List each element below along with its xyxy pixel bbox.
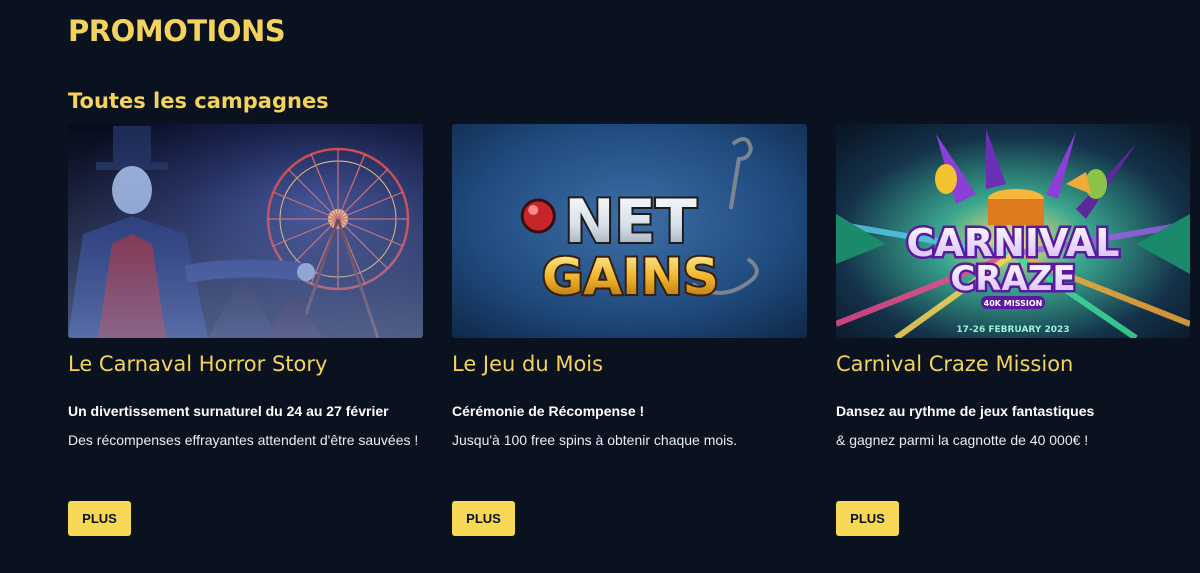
promo-description: Jusqu'à 100 free spins à obtenir chaque … bbox=[452, 432, 738, 448]
promo-title[interactable]: Le Jeu du Mois bbox=[452, 352, 807, 376]
promotions-page: PROMOTIONS Toutes les campagnes Le Carna… bbox=[0, 0, 1200, 573]
promo-title[interactable]: Carnival Craze Mission bbox=[836, 352, 1190, 376]
promo-subtitle: Dansez au rythme de jeux fantastiques bbox=[836, 403, 1095, 419]
page-title: PROMOTIONS bbox=[68, 14, 286, 48]
horror-carnival-illustration bbox=[68, 124, 423, 338]
section-title: Toutes les campagnes bbox=[68, 89, 329, 113]
carnival-craze-illustration: CARNIVAL CRAZE 40K MISSION 17-26 FEBRUAR… bbox=[836, 124, 1190, 338]
promo-card-horror-story: Le Carnaval Horror Story Un divertisseme… bbox=[68, 124, 423, 536]
promo-description: Des récompenses effrayantes attendent d'… bbox=[68, 432, 419, 448]
more-button[interactable]: PLUS bbox=[836, 501, 899, 536]
gains-logo-text: GAINS bbox=[542, 248, 719, 306]
craze-logo-text: CRAZE bbox=[950, 259, 1075, 299]
date-text: 17-26 FEBRUARY 2023 bbox=[956, 325, 1069, 335]
promo-title[interactable]: Le Carnaval Horror Story bbox=[68, 352, 423, 376]
promo-card-game-of-month: NET GAINS Le Jeu du Mois Cérémonie de Ré… bbox=[452, 124, 807, 536]
promo-subtitle: Un divertissement surnaturel du 24 au 27… bbox=[68, 403, 389, 419]
net-gains-illustration: NET GAINS bbox=[452, 124, 807, 338]
more-button[interactable]: PLUS bbox=[452, 501, 515, 536]
promo-card-carnival-craze: CARNIVAL CRAZE 40K MISSION 17-26 FEBRUAR… bbox=[836, 124, 1190, 536]
promo-image-horror-carnival[interactable] bbox=[68, 124, 423, 338]
net-logo-text: NET bbox=[564, 187, 697, 257]
mission-badge-text: 40K MISSION bbox=[984, 299, 1043, 308]
more-button[interactable]: PLUS bbox=[68, 501, 131, 536]
promo-subtitle: Cérémonie de Récompense ! bbox=[452, 403, 645, 419]
promo-image-carnival-craze[interactable]: CARNIVAL CRAZE 40K MISSION 17-26 FEBRUAR… bbox=[836, 124, 1190, 338]
promo-image-net-gains[interactable]: NET GAINS bbox=[452, 124, 807, 338]
promo-description: & gagnez parmi la cagnotte de 40 000€ ! bbox=[836, 432, 1089, 448]
